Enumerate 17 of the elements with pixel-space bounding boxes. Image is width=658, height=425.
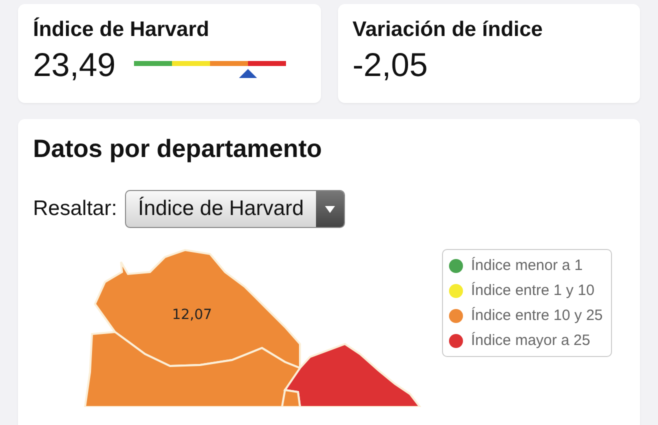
map-region[interactable] [280,388,302,407]
section-title: Datos por departamento [33,135,323,164]
caret-icon [324,206,335,212]
legend-label: Índice entre 1 y 10 [471,282,594,299]
region-value: 12,07 [172,307,212,323]
highlight-dropdown[interactable]: Índice de Harvard [125,190,345,228]
stat-title: Variación de índice [352,18,544,42]
legend-label: Índice mayor a 25 [471,332,590,349]
map-region[interactable] [84,330,302,407]
map-region[interactable] [94,248,301,370]
legend-label: Índice entre 10 y 25 [471,307,603,324]
highlight-label: Resaltar: [33,197,118,221]
legend-label: Índice menor a 1 [471,257,583,274]
stat-value: 23,49 [33,46,116,84]
stat-value: -2,05 [352,46,428,84]
map-region[interactable] [283,342,422,407]
stat-title: Índice de Harvard [33,18,210,42]
